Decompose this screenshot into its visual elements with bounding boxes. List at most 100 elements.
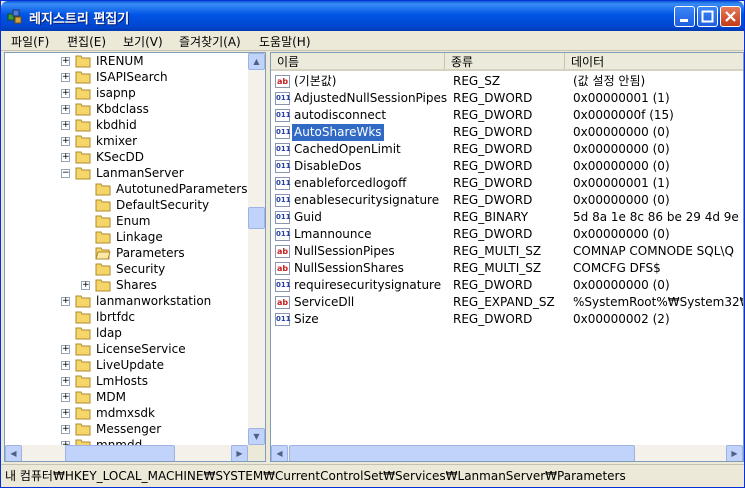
folder-icon xyxy=(95,198,111,212)
menu-file[interactable]: 파일(F) xyxy=(11,33,49,50)
tree-item[interactable]: DefaultSecurity xyxy=(5,197,248,213)
expand-icon[interactable]: + xyxy=(61,153,70,162)
value-data: 0x00000000 (0) xyxy=(573,159,670,173)
scroll-corner xyxy=(248,445,265,461)
folder-icon xyxy=(95,230,111,244)
scroll-left-button[interactable]: ◀ xyxy=(5,445,22,461)
expand-icon[interactable]: + xyxy=(61,425,70,434)
value-row[interactable]: ab NullSessionShares REG_MULTI_SZ COMCFG DF… xyxy=(271,260,743,277)
tree-item[interactable]: Parameters xyxy=(5,245,248,261)
tree-item-label: AutotunedParameters xyxy=(116,182,248,196)
tree-item[interactable]: ldap xyxy=(5,325,248,341)
tree-item[interactable]: lbrtfdc xyxy=(5,309,248,325)
open-folder-icon xyxy=(95,246,111,260)
scroll-up-button[interactable]: ▲ xyxy=(248,53,265,70)
tree-item[interactable]: + LicenseService xyxy=(5,341,248,357)
title-bar[interactable]: 레지스트리 편집기 xyxy=(1,1,744,31)
minimize-icon xyxy=(680,19,688,22)
tree-item[interactable]: + KSecDD xyxy=(5,149,248,165)
maximize-icon xyxy=(701,10,714,23)
column-header-name[interactable]: 이름 xyxy=(271,53,445,71)
expand-icon[interactable]: + xyxy=(61,297,70,306)
expand-icon[interactable]: + xyxy=(61,73,70,82)
values-list-pane[interactable]: 이름 종류 데이터 ab (기본값) REG_SZ (값 설정 안됨) 011 Adjus… xyxy=(270,52,744,462)
folder-icon xyxy=(75,374,91,388)
tree-item[interactable]: Linkage xyxy=(5,229,248,245)
menu-help[interactable]: 도움말(H) xyxy=(259,33,311,50)
expand-icon[interactable]: + xyxy=(61,361,70,370)
expand-icon[interactable]: + xyxy=(61,393,70,402)
menu-view[interactable]: 보기(V) xyxy=(123,33,163,50)
tree-item[interactable]: − LanmanServer xyxy=(5,165,248,181)
key-tree-pane[interactable]: + IRENUM + ISAPISearch + isapnp + Kbdclass + kbdh… xyxy=(4,52,266,462)
scroll-right-button[interactable]: ▶ xyxy=(726,445,743,461)
tree-item[interactable]: + LiveUpdate xyxy=(5,357,248,373)
tree-item[interactable]: Enum xyxy=(5,213,248,229)
expand-icon[interactable]: + xyxy=(61,345,70,354)
string-value-icon: ab xyxy=(275,75,290,88)
scroll-thumb[interactable] xyxy=(289,445,635,461)
value-type: REG_DWORD xyxy=(453,176,533,190)
value-row[interactable]: ab NullSessionPipes REG_MULTI_SZ COMNAP COM… xyxy=(271,243,743,260)
collapse-icon[interactable]: − xyxy=(61,169,70,178)
value-row[interactable]: 011 requiresecuritysignature REG_DWORD 0x00… xyxy=(271,277,743,294)
tree-item[interactable]: + ISAPISearch xyxy=(5,69,248,85)
value-row[interactable]: ab (기본값) REG_SZ (값 설정 안됨) xyxy=(271,73,743,90)
tree-item[interactable]: AutotunedParameters xyxy=(5,181,248,197)
value-data: %SystemRoot%₩System32₩s xyxy=(573,295,744,309)
value-name: AdjustedNullSessionPipes xyxy=(294,91,448,105)
menu-edit[interactable]: 편집(E) xyxy=(67,33,106,50)
tree-horizontal-scrollbar[interactable]: ◀ ▶ xyxy=(5,445,248,461)
value-row[interactable]: 011 enableforcedlogoff REG_DWORD 0x00000001… xyxy=(271,175,743,192)
tree-item[interactable]: + Shares xyxy=(5,277,248,293)
maximize-button[interactable] xyxy=(697,6,718,27)
close-button[interactable] xyxy=(720,6,741,27)
value-type: REG_DWORD xyxy=(453,159,533,173)
tree-item[interactable]: + IRENUM xyxy=(5,53,248,69)
expand-icon[interactable]: + xyxy=(61,105,70,114)
value-row[interactable]: 011 CachedOpenLimit REG_DWORD 0x00000000 (0… xyxy=(271,141,743,158)
tree-item[interactable]: + isapnp xyxy=(5,85,248,101)
scroll-down-button[interactable]: ▼ xyxy=(248,428,265,445)
value-row[interactable]: 011 DisableDos REG_DWORD 0x00000000 (0) xyxy=(271,158,743,175)
tree-item[interactable]: + kbdhid xyxy=(5,117,248,133)
value-row[interactable]: ab ServiceDll REG_EXPAND_SZ %SystemRoot%₩Sy… xyxy=(271,294,744,311)
value-row[interactable]: 011 Guid REG_BINARY 5d 8a 1e 8c 86 be 29 4d… xyxy=(271,209,743,226)
expand-icon[interactable]: + xyxy=(61,377,70,386)
tree-item[interactable]: + mdmxsdk xyxy=(5,405,248,421)
folder-icon xyxy=(75,54,91,68)
expand-icon[interactable]: + xyxy=(61,409,70,418)
value-row[interactable]: 011 autodisconnect REG_DWORD 0x0000000f (15… xyxy=(271,107,743,124)
expand-icon[interactable]: + xyxy=(61,121,70,130)
tree-item[interactable]: + Messenger xyxy=(5,421,248,437)
minimize-button[interactable] xyxy=(674,6,695,27)
value-row[interactable]: 011 Size REG_DWORD 0x00000002 (2) xyxy=(271,311,743,328)
tree-item[interactable]: + LmHosts xyxy=(5,373,248,389)
value-row[interactable]: 011 Lmannounce REG_DWORD 0x00000000 (0) xyxy=(271,226,743,243)
expand-icon[interactable]: + xyxy=(61,57,70,66)
expand-icon[interactable]: + xyxy=(61,137,70,146)
column-header-type[interactable]: 종류 xyxy=(445,53,565,71)
tree-item[interactable]: + lanmanworkstation xyxy=(5,293,248,309)
value-row[interactable]: 011 enablesecuritysignature REG_DWORD 0x000… xyxy=(271,192,743,209)
expand-icon[interactable]: + xyxy=(81,281,90,290)
value-data: 0x00000000 (0) xyxy=(573,227,670,241)
string-value-icon: ab xyxy=(275,296,290,309)
column-header-data[interactable]: 데이터 xyxy=(565,53,743,71)
value-row[interactable]: 011 AutoShareWks REG_DWORD 0x00000000 (0) xyxy=(271,124,743,141)
tree-item[interactable]: + kmixer xyxy=(5,133,248,149)
value-row[interactable]: 011 AdjustedNullSessionPipes REG_DWORD 0x00… xyxy=(271,90,743,107)
scroll-thumb[interactable] xyxy=(65,445,175,461)
menu-favorites[interactable]: 즐겨찾기(A) xyxy=(179,33,241,50)
folder-icon xyxy=(75,86,91,100)
scroll-thumb[interactable] xyxy=(248,207,265,229)
tree-item[interactable]: + MDM xyxy=(5,389,248,405)
expand-icon[interactable]: + xyxy=(61,89,70,98)
status-bar: 내 컴퓨터₩HKEY_LOCAL_MACHINE₩SYSTEM₩CurrentC… xyxy=(1,464,744,487)
tree-item[interactable]: Security xyxy=(5,261,248,277)
values-horizontal-scrollbar[interactable]: ◀ ▶ xyxy=(271,445,743,461)
scroll-left-button[interactable]: ◀ xyxy=(271,445,288,461)
tree-item[interactable]: + Kbdclass xyxy=(5,101,248,117)
tree-vertical-scrollbar[interactable]: ▲ ▼ xyxy=(248,53,265,445)
scroll-right-button[interactable]: ▶ xyxy=(231,445,248,461)
